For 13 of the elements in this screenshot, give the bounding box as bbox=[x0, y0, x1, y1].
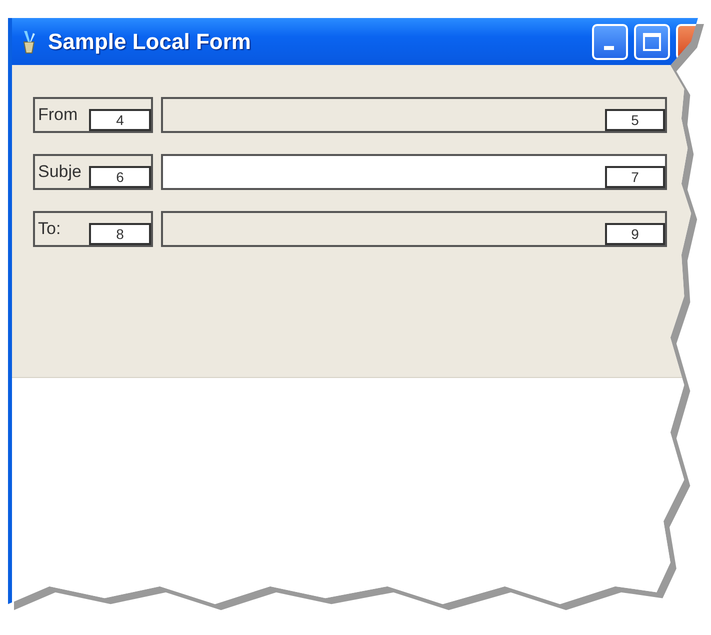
number-badge: 9 bbox=[605, 223, 665, 245]
field-label: Subje bbox=[38, 162, 82, 182]
maximize-button[interactable] bbox=[634, 24, 670, 60]
number-badge: 5 bbox=[605, 109, 665, 131]
number-badge: 4 bbox=[89, 109, 151, 131]
field-label: To: bbox=[38, 219, 61, 239]
field-label: From bbox=[38, 105, 78, 125]
minimize-button[interactable] bbox=[592, 24, 628, 60]
number-badge: 7 bbox=[605, 166, 665, 188]
number-badge: 8 bbox=[89, 223, 151, 245]
number-badge: 6 bbox=[89, 166, 151, 188]
text-field[interactable]: 7 bbox=[161, 154, 667, 190]
window-title: Sample Local Form bbox=[48, 28, 251, 54]
